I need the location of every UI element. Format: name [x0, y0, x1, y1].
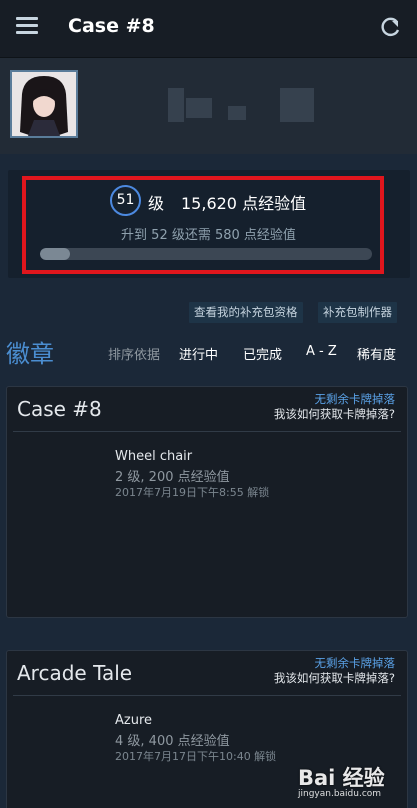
game-name[interactable]: Case #8	[17, 397, 102, 421]
top-bar: Case #8	[0, 0, 417, 58]
sort-label: 排序依据	[108, 348, 161, 363]
xp-progress-fill	[40, 248, 70, 260]
avatar-image	[12, 72, 76, 136]
badge-name: Azure	[115, 713, 153, 728]
card-drops-link[interactable]: 无剩余卡牌掉落	[315, 391, 396, 407]
badge-unlock-date: 2017年7月19日下午8:55 解锁	[115, 486, 270, 499]
badge-name: Wheel chair	[115, 449, 193, 464]
profile-header	[0, 58, 417, 154]
username-blurred	[168, 88, 184, 122]
xp-progress-bar	[40, 248, 372, 260]
booster-creator-button[interactable]: 补充包制作器	[318, 302, 397, 323]
sort-option-a-z[interactable]: A - Z	[306, 344, 337, 359]
menu-icon[interactable]	[16, 17, 38, 35]
how-to-get-drops-link[interactable]: 我该如何获取卡牌掉落?	[274, 670, 395, 686]
sort-option-in-progress[interactable]: 进行中	[179, 344, 218, 363]
badge-card[interactable]: Case #8 无剩余卡牌掉落 我该如何获取卡牌掉落? Wheel chair …	[6, 386, 408, 618]
username-blurred	[280, 88, 314, 122]
badges-title: 徽章	[6, 340, 54, 368]
page-title: Case #8	[68, 15, 155, 37]
xp-label: 15,620 点经验值	[181, 194, 307, 213]
badge-xp: 2 级, 200 点经验值	[115, 470, 230, 485]
sort-option-rarity[interactable]: 稀有度	[357, 344, 396, 363]
game-name[interactable]: Arcade Tale	[17, 661, 132, 685]
badge-xp: 4 级, 400 点经验值	[115, 734, 230, 749]
watermark-logo: Bai 经验	[298, 766, 385, 790]
username-blurred	[228, 106, 246, 120]
how-to-get-drops-link[interactable]: 我该如何获取卡牌掉落?	[274, 406, 395, 422]
refresh-icon[interactable]	[378, 16, 402, 40]
level-suffix: 级	[148, 194, 165, 213]
card-drops-link[interactable]: 无剩余卡牌掉落	[315, 655, 396, 671]
divider	[13, 431, 401, 432]
level-badge: 51	[110, 185, 141, 216]
divider	[13, 695, 401, 696]
booster-eligibility-button[interactable]: 查看我的补充包资格	[189, 302, 303, 323]
badge-unlock-date: 2017年7月17日下午10:40 解锁	[115, 750, 277, 763]
sort-option-completed[interactable]: 已完成	[243, 344, 282, 363]
baidu-watermark: Bai 经验 jingyan.baidu.com	[298, 762, 408, 802]
username-blurred	[186, 98, 212, 118]
watermark-url: jingyan.baidu.com	[298, 789, 382, 799]
avatar[interactable]	[10, 70, 78, 138]
next-level-text: 升到 52 级还需 580 点经验值	[121, 228, 296, 243]
